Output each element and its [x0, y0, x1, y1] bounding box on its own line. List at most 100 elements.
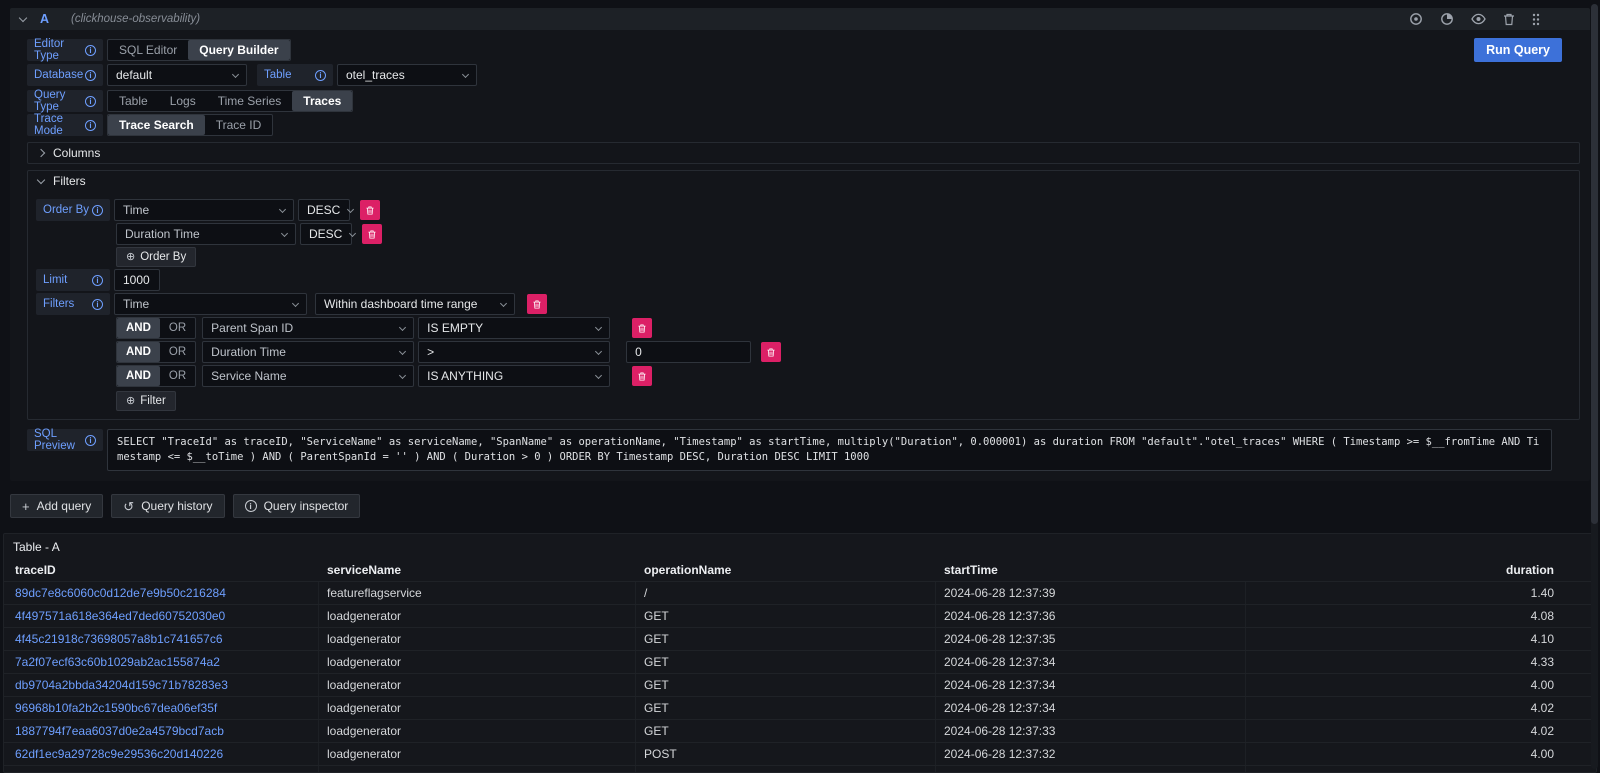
remove-order-by-button[interactable] — [360, 200, 380, 220]
or-option[interactable]: OR — [160, 366, 195, 386]
trace-id-link[interactable]: 96968b10fa2b2c1590bc67dea06ef35f — [4, 697, 319, 719]
duration-cell: 4.00 — [1246, 674, 1596, 696]
remove-filter-button[interactable] — [632, 318, 652, 338]
trash-icon[interactable] — [1503, 13, 1515, 26]
trace-id-link[interactable]: 1887794f7eaa6037d0e2a4579bcd7acb — [4, 720, 319, 742]
service-name-cell: loadgenerator — [319, 766, 636, 772]
table-header-row: traceIDserviceNameoperationNamestartTime… — [4, 559, 1596, 581]
and-option[interactable]: AND — [117, 318, 160, 338]
query-inspector-button[interactable]: i Query inspector — [233, 494, 361, 518]
order-by-row: Duration Time DESC — [116, 223, 1571, 245]
filters-section-header[interactable]: Filters — [28, 171, 1579, 191]
filter-operator-select[interactable]: IS ANYTHING — [418, 365, 610, 387]
scrollbar-thumb[interactable] — [1591, 4, 1598, 524]
trace-mode-option-trace-search[interactable]: Trace Search — [108, 115, 205, 135]
query-type-option-traces[interactable]: Traces — [292, 91, 352, 111]
table-label: Table i — [257, 64, 333, 86]
database-table-row: Database i default Table i otel_traces — [27, 64, 1580, 86]
and-option[interactable]: AND — [117, 366, 160, 386]
remove-filter-button[interactable] — [761, 342, 781, 362]
trace-id-link[interactable]: 4f497571a618e364ed7ded60752030e0 — [4, 605, 319, 627]
add-order-by-label: Order By — [140, 251, 186, 263]
trace-id-link[interactable]: 62df1ec9a29728c9e29536c20d140226 — [4, 743, 319, 765]
filter-operator-select[interactable]: IS EMPTY — [418, 317, 610, 339]
vertical-scrollbar[interactable] — [1591, 4, 1598, 769]
trace-id-link[interactable]: db9704a2bbda34204d159c71b78283e3 — [4, 674, 319, 696]
duplicate-icon[interactable] — [1409, 12, 1423, 26]
table-select[interactable]: otel_traces — [337, 64, 477, 86]
trace-id-link[interactable]: 4f45c21918c73698057a8b1c741657c6 — [4, 628, 319, 650]
query-type-label: Query Type i — [27, 90, 103, 112]
info-icon[interactable]: i — [85, 45, 96, 56]
trace-mode-option-trace-id[interactable]: Trace ID — [205, 115, 273, 135]
filter-operator-select[interactable]: Within dashboard time range — [315, 293, 515, 315]
start-time-cell: 2024-06-28 12:37:36 — [936, 605, 1246, 627]
info-icon[interactable]: i — [315, 70, 326, 81]
column-header-operationname[interactable]: operationName — [636, 563, 936, 577]
add-filter-button[interactable]: ⊕ Filter — [116, 391, 176, 411]
database-select[interactable]: default — [107, 64, 247, 86]
trace-id-link[interactable]: 7a2f07ecf63c60b1029ab2ac155874a2 — [4, 651, 319, 673]
info-icon[interactable]: i — [85, 96, 96, 107]
and-option[interactable]: AND — [117, 342, 160, 362]
collapse-chevron-icon[interactable] — [19, 13, 27, 21]
drag-handle-icon[interactable] — [1532, 13, 1540, 26]
query-row-header[interactable]: A (clickhouse-observability) — [10, 8, 1590, 30]
column-header-servicename[interactable]: serviceName — [319, 563, 636, 577]
filter-field-value: Parent Span ID — [211, 321, 293, 335]
eye-icon[interactable] — [1471, 13, 1486, 25]
query-type-option-time-series[interactable]: Time Series — [207, 91, 293, 111]
filter-field-value: Duration Time — [211, 345, 286, 359]
run-query-button[interactable]: Run Query — [1474, 38, 1562, 62]
order-by-field-select[interactable]: Time — [114, 199, 294, 221]
query-ref-id: A — [40, 12, 49, 26]
trace-id-link[interactable]: 89dc7e8c6060c0d12de7e9b50c216284 — [4, 582, 319, 604]
order-by-direction-select[interactable]: DESC — [300, 223, 352, 245]
info-icon[interactable]: i — [85, 70, 96, 81]
operation-name-cell: GET — [636, 651, 936, 673]
limit-label-text: Limit — [43, 274, 67, 286]
remove-filter-button[interactable] — [527, 294, 547, 314]
query-type-option-table[interactable]: Table — [108, 91, 159, 111]
add-query-button[interactable]: + Add query — [10, 494, 103, 518]
order-by-row: Order By i Time DESC — [36, 199, 1571, 221]
info-icon[interactable]: i — [85, 435, 96, 446]
query-type-radio-group: Table Logs Time Series Traces — [107, 90, 353, 112]
column-header-duration[interactable]: duration — [1246, 563, 1596, 577]
info-icon[interactable]: i — [92, 275, 103, 286]
query-type-label-text: Query Type — [34, 89, 85, 113]
filter-value-input[interactable] — [626, 341, 751, 363]
add-order-by-button[interactable]: ⊕ Order By — [116, 247, 196, 267]
time-filter-row: Filters i Time Within dashboard time ran… — [36, 293, 1571, 315]
columns-section-header[interactable]: Columns — [28, 143, 1579, 163]
info-icon[interactable]: i — [85, 120, 96, 131]
remove-filter-button[interactable] — [632, 366, 652, 386]
or-option[interactable]: OR — [160, 318, 195, 338]
or-option[interactable]: OR — [160, 342, 195, 362]
filter-field-select[interactable]: Parent Span ID — [202, 317, 414, 339]
order-by-direction-select[interactable]: DESC — [298, 199, 350, 221]
editor-type-option-query-builder[interactable]: Query Builder — [188, 40, 289, 60]
column-header-traceid[interactable]: traceID — [4, 563, 319, 577]
limit-input[interactable] — [114, 269, 160, 291]
table-panel-header[interactable]: Table - A — [4, 534, 1596, 559]
editor-type-label: Editor Type i — [27, 39, 103, 61]
info-icon[interactable]: i — [92, 205, 103, 216]
remove-order-by-button[interactable] — [362, 224, 382, 244]
table-row: 7a2f07ecf63c60b1029ab2ac155874a2loadgene… — [4, 650, 1596, 673]
filter-field-select[interactable]: Time — [114, 293, 307, 315]
column-header-starttime[interactable]: startTime — [936, 563, 1246, 577]
operation-name-cell: GET — [636, 766, 936, 772]
editor-type-option-sql-editor[interactable]: SQL Editor — [108, 40, 188, 60]
filter-field-select[interactable]: Duration Time — [202, 341, 414, 363]
order-by-field-select[interactable]: Duration Time — [116, 223, 296, 245]
add-filter-row: ⊕ Filter — [116, 391, 1571, 411]
query-type-option-logs[interactable]: Logs — [159, 91, 207, 111]
service-name-cell: loadgenerator — [319, 605, 636, 627]
trace-id-link[interactable]: e91c3645f04fa5e58adcd0758e1ea127 — [4, 766, 319, 772]
query-history-button[interactable]: ↺ Query history — [111, 494, 224, 518]
filter-operator-select[interactable]: > — [418, 341, 610, 363]
filter-field-select[interactable]: Service Name — [202, 365, 414, 387]
history-icon[interactable] — [1440, 12, 1454, 26]
info-icon[interactable]: i — [92, 299, 103, 310]
